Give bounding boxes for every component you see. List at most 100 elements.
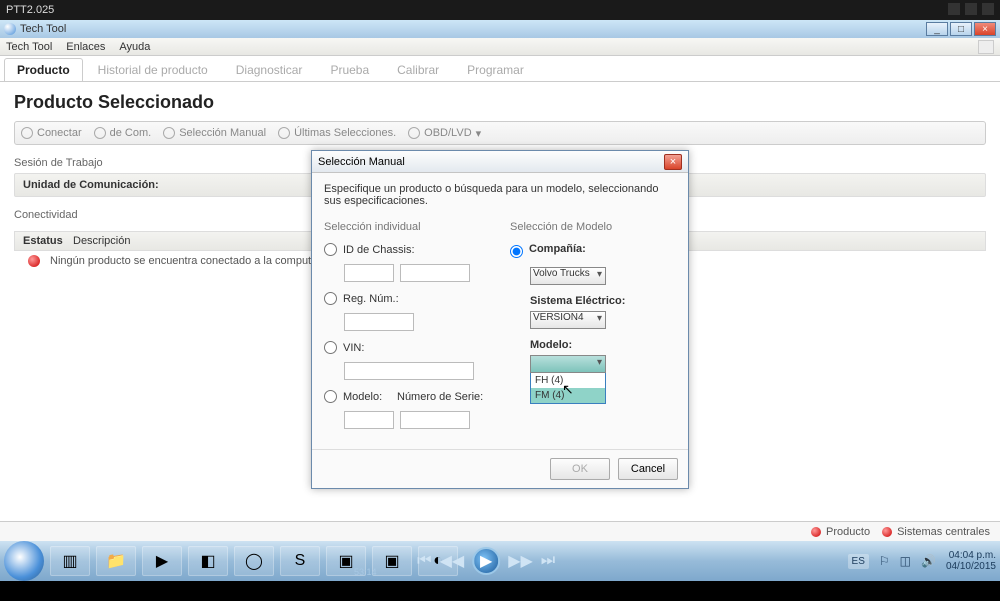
status-sistemas: Sistemas centrales — [882, 526, 990, 538]
compania-label: Compañía: — [529, 243, 586, 255]
vin-input[interactable] — [344, 362, 474, 380]
close-button[interactable]: × — [974, 22, 996, 36]
reg-label: Reg. Núm.: — [343, 293, 403, 305]
windows-taskbar: ▥ 📁 ▶ ◧ ◯ S ▣ ▣ ◐ 53:14 ⏮ ◀◀ ▶ ▶▶ ⏭ ES ⚐… — [0, 541, 1000, 581]
dialog-titlebar[interactable]: Selección Manual × — [312, 151, 688, 173]
modelo-dropdown: FH (4) FM (4) — [530, 372, 606, 404]
menu-item[interactable]: Tech Tool — [6, 41, 52, 53]
modelo-label-2: Modelo: — [530, 339, 676, 351]
cancel-button[interactable]: Cancel — [618, 458, 678, 480]
tab-calibrar[interactable]: Calibrar — [384, 58, 452, 81]
status-dot-icon — [811, 527, 821, 537]
player-close-icon[interactable] — [982, 3, 994, 15]
modelo-option-fh4[interactable]: FH (4) — [531, 373, 605, 388]
toolbar-obd[interactable]: OBD/LVD ▾ — [408, 127, 481, 140]
manual-selection-dialog: Selección Manual × Especifique un produc… — [311, 150, 689, 489]
compania-select[interactable]: Volvo Trucks — [530, 267, 606, 285]
radio-chassis[interactable] — [324, 243, 337, 256]
taskbar-app2-icon[interactable]: ▣ — [372, 546, 412, 576]
status-error-icon — [28, 255, 40, 267]
sistema-label: Sistema Eléctrico: — [530, 295, 676, 307]
numero-serie-label: Número de Serie: — [397, 391, 483, 403]
radio-vin[interactable] — [324, 341, 337, 354]
menu-bar: Tech Tool Enlaces Ayuda — [0, 38, 1000, 56]
tray-flag-icon[interactable]: ⚐ — [879, 554, 890, 568]
app-status-bar: Producto Sistemas centrales — [0, 521, 1000, 541]
toolbar-decom[interactable]: de Com. — [94, 127, 152, 139]
system-clock[interactable]: 04:04 p.m. 04/10/2015 — [946, 550, 996, 572]
help-icon[interactable] — [978, 40, 994, 54]
tray-volume-icon[interactable]: 🔊 — [921, 554, 936, 568]
gear-icon — [94, 127, 106, 139]
app-icon — [4, 23, 16, 35]
taskbar-chrome-icon[interactable]: ◯ — [234, 546, 274, 576]
toolbar: Conectar de Com. Selección Manual Última… — [14, 121, 986, 145]
modelo-label: Modelo: — [343, 391, 391, 403]
radio-modelo[interactable] — [324, 390, 337, 403]
start-button[interactable] — [4, 541, 44, 581]
refresh-icon — [21, 127, 33, 139]
tab-producto[interactable]: Producto — [4, 58, 83, 81]
tray-network-icon[interactable]: ◫ — [900, 554, 911, 568]
app-titlebar: Tech Tool _ □ × — [0, 20, 1000, 38]
media-rewind-icon[interactable]: ◀◀ — [440, 551, 465, 571]
serie-input[interactable] — [400, 411, 470, 429]
plug-icon — [408, 127, 420, 139]
taskbar-media-icon[interactable]: ▶ — [142, 546, 182, 576]
col-individual-title: Selección individual — [324, 221, 490, 233]
taskbar-folder-icon[interactable]: 📁 — [96, 546, 136, 576]
page-title: Producto Seleccionado — [0, 82, 1000, 121]
menu-item[interactable]: Ayuda — [119, 41, 150, 53]
chassis-label: ID de Chassis: — [343, 244, 415, 256]
tab-programar[interactable]: Programar — [454, 58, 537, 81]
toolbar-seleccion-manual[interactable]: Selección Manual — [163, 127, 266, 139]
toolbar-conectar[interactable]: Conectar — [21, 127, 82, 139]
menu-item[interactable]: Enlaces — [66, 41, 105, 53]
media-forward-icon[interactable]: ▶▶ — [508, 551, 533, 571]
sistema-select[interactable]: VERSION4 — [530, 311, 606, 329]
history-icon — [278, 127, 290, 139]
app-title-text: Tech Tool — [20, 23, 66, 35]
tab-historial[interactable]: Historial de producto — [85, 58, 221, 81]
player-title-text: PTT2.025 — [6, 4, 54, 16]
status-dot-icon — [882, 527, 892, 537]
player-max-icon[interactable] — [965, 3, 977, 15]
status-producto: Producto — [811, 526, 870, 538]
chassis-input-2[interactable] — [400, 264, 470, 282]
dialog-title-text: Selección Manual — [318, 156, 405, 168]
tab-strip: Producto Historial de producto Diagnosti… — [0, 56, 1000, 82]
media-controls: ⏮ ◀◀ ▶ ▶▶ ⏭ — [417, 547, 555, 575]
minimize-button[interactable]: _ — [926, 22, 948, 36]
language-indicator[interactable]: ES — [848, 554, 869, 569]
taskbar-skype-icon[interactable]: S — [280, 546, 320, 576]
media-prev-icon[interactable]: ⏮ — [417, 552, 431, 570]
media-timecode: 53:14 — [354, 567, 377, 577]
modelo-select[interactable] — [530, 355, 606, 373]
taskbar-explorer-icon[interactable]: ▥ — [50, 546, 90, 576]
player-min-icon[interactable] — [948, 3, 960, 15]
dialog-close-button[interactable]: × — [664, 154, 682, 170]
radio-compania[interactable] — [510, 245, 523, 258]
modelo-option-fm4[interactable]: FM (4) — [531, 388, 605, 403]
ok-button[interactable]: OK — [550, 458, 610, 480]
vin-label: VIN: — [343, 342, 403, 354]
player-window-buttons — [946, 3, 994, 18]
media-next-icon[interactable]: ⏭ — [541, 552, 555, 570]
tab-diagnosticar[interactable]: Diagnosticar — [223, 58, 316, 81]
reg-input[interactable] — [344, 313, 414, 331]
tab-prueba[interactable]: Prueba — [317, 58, 382, 81]
col-desc: Descripción — [73, 235, 130, 247]
taskbar-app-icon[interactable]: ◧ — [188, 546, 228, 576]
toolbar-ultimas[interactable]: Últimas Selecciones. — [278, 127, 396, 139]
col-status: Estatus — [23, 235, 63, 247]
radio-reg[interactable] — [324, 292, 337, 305]
col-modelo-title: Selección de Modelo — [510, 221, 676, 233]
player-titlebar: PTT2.025 — [0, 0, 1000, 20]
modelo-input[interactable] — [344, 411, 394, 429]
maximize-button[interactable]: □ — [950, 22, 972, 36]
search-icon — [163, 127, 175, 139]
dialog-description: Especifique un producto o búsqueda para … — [324, 183, 676, 207]
media-play-button[interactable]: ▶ — [472, 547, 500, 575]
row-desc: Ningún producto se encuentra conectado a… — [50, 255, 342, 267]
chassis-input-1[interactable] — [344, 264, 394, 282]
